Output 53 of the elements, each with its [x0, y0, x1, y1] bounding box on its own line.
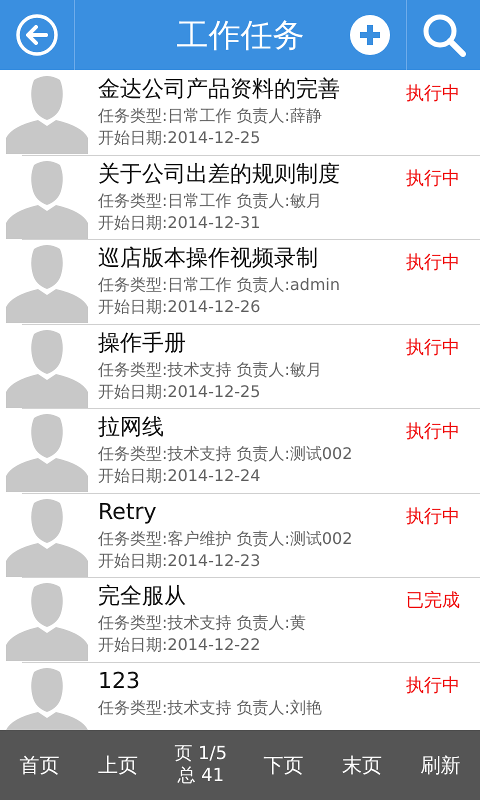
task-title: 巡店版本操作视频录制 — [98, 245, 319, 273]
task-row[interactable]: 巡店版本操作视频录制 任务类型:日常工作 负责人:admin 开始日期:2014-12-26 执行中 — [0, 239, 480, 324]
task-title: Retry — [98, 498, 158, 526]
task-row[interactable]: 拉网线 任务类型:技术支持 负责人:测试002 开始日期:2014-12-24 执行中 — [0, 408, 480, 492]
task-status: 执行中 — [406, 674, 461, 698]
task-meta: 任务类型:日常工作 负责人:敏月 — [98, 190, 323, 212]
task-date: 开始日期:2014-12-24 — [98, 465, 262, 487]
task-row[interactable]: 操作手册 任务类型:技术支持 负责人:敏月 开始日期:2014-12-25 执行中 — [0, 324, 480, 408]
previous-page-button[interactable]: 上页 — [96, 746, 140, 784]
add-icon — [350, 15, 390, 55]
search-button[interactable] — [420, 12, 466, 58]
task-title: 拉网线 — [98, 414, 165, 442]
task-row[interactable]: 金达公司产品资料的完善 任务类型:日常工作 负责人:薛静 开始日期:2014-12-25 执行中 — [0, 70, 480, 154]
last-page-button[interactable]: 末页 — [340, 746, 384, 784]
task-meta: 任务类型:技术支持 负责人:敏月 — [98, 358, 323, 380]
task-status: 已完成 — [406, 589, 461, 613]
search-icon — [420, 12, 466, 58]
task-meta: 任务类型:客户维护 负责人:测试002 — [98, 528, 354, 550]
first-page-button[interactable]: 首页 — [17, 746, 62, 784]
task-date: 开始日期:2014-12-31 — [98, 212, 262, 234]
task-title: 金达公司产品资料的完善 — [98, 76, 341, 104]
task-meta: 任务类型:技术支持 负责人:刘艳 — [98, 696, 323, 718]
task-status: 执行中 — [406, 82, 461, 106]
task-row[interactable]: Retry 任务类型:客户维护 负责人:测试002 开始日期:2014-12-23 执行中 — [0, 492, 480, 577]
task-date: 开始日期:2014-12-22 — [98, 634, 262, 656]
task-date: 开始日期:2014-12-25 — [98, 127, 262, 149]
task-date: 开始日期:2014-12-26 — [98, 296, 262, 318]
page-title: 工作任务 — [176, 15, 304, 56]
back-button[interactable] — [15, 13, 59, 57]
task-date: 开始日期:2014-12-23 — [98, 550, 262, 572]
task-date: 开始日期:2014-12-25 — [98, 380, 262, 402]
task-title: 关于公司出差的规则制度 — [98, 160, 341, 188]
page-indicator: 页 1/5 — [174, 743, 228, 765]
task-title: 完全服从 — [98, 583, 187, 611]
next-page-button[interactable]: 下页 — [262, 746, 306, 784]
task-status: 执行中 — [406, 504, 461, 528]
task-row[interactable]: 关于公司出差的规则制度 任务类型:日常工作 负责人:敏月 开始日期:2014-12-31 执行中 — [0, 154, 480, 239]
task-title: 操作手册 — [98, 330, 187, 358]
task-row[interactable]: 完全服从 任务类型:技术支持 负责人:黄 开始日期:2014-12-22 已完成 — [0, 577, 480, 662]
task-meta: 任务类型:技术支持 负责人:测试002 — [98, 443, 354, 465]
task-status: 执行中 — [406, 166, 461, 190]
task-status: 执行中 — [406, 336, 461, 360]
refresh-button[interactable]: 刷新 — [418, 746, 463, 784]
task-row[interactable]: 123 任务类型:技术支持 负责人:刘艳 执行中 — [0, 662, 480, 730]
task-meta: 任务类型:日常工作 负责人:admin — [98, 274, 341, 296]
task-status: 执行中 — [406, 251, 461, 275]
task-meta: 任务类型:技术支持 负责人:黄 — [98, 612, 307, 634]
back-icon — [15, 13, 59, 57]
add-button[interactable] — [350, 15, 390, 55]
task-title: 123 — [98, 668, 141, 696]
total-count: 总 41 — [177, 765, 224, 787]
task-meta: 任务类型:日常工作 负责人:薛静 — [98, 105, 323, 127]
task-status: 执行中 — [406, 420, 461, 444]
